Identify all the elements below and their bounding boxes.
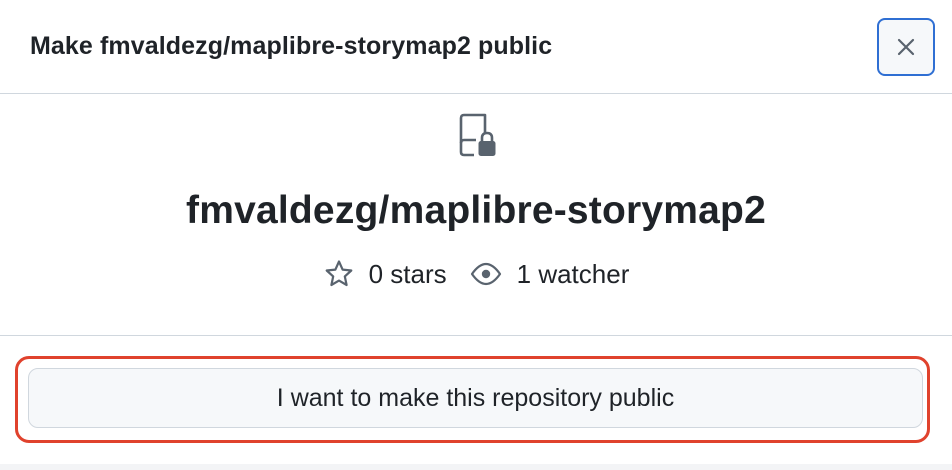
repository-stats: 0 stars 1 watcher bbox=[323, 258, 630, 290]
confirm-make-public-button[interactable]: I want to make this repository public bbox=[28, 368, 923, 428]
dialog-footer: I want to make this repository public bbox=[0, 336, 952, 470]
repository-name: fmvaldezg/maplibre-storymap2 bbox=[186, 189, 766, 232]
stars-count: 0 stars bbox=[368, 258, 447, 289]
repo-locked-icon bbox=[452, 112, 500, 158]
watchers-stat: 1 watcher bbox=[469, 258, 630, 290]
dialog-body: fmvaldezg/maplibre-storymap2 0 stars 1 w… bbox=[0, 94, 952, 336]
x-icon bbox=[897, 38, 915, 55]
backdrop-strip bbox=[0, 464, 952, 470]
close-button[interactable] bbox=[877, 17, 935, 76]
dialog-header: Make fmvaldezg/maplibre-storymap2 public bbox=[0, 0, 952, 94]
watchers-count: 1 watcher bbox=[516, 258, 630, 289]
star-icon bbox=[325, 260, 353, 287]
eye-icon bbox=[470, 262, 501, 286]
dialog-title: Make fmvaldezg/maplibre-storymap2 public bbox=[30, 32, 553, 60]
stars-stat: 0 stars bbox=[323, 258, 447, 290]
make-public-dialog: Make fmvaldezg/maplibre-storymap2 public… bbox=[0, 0, 952, 470]
